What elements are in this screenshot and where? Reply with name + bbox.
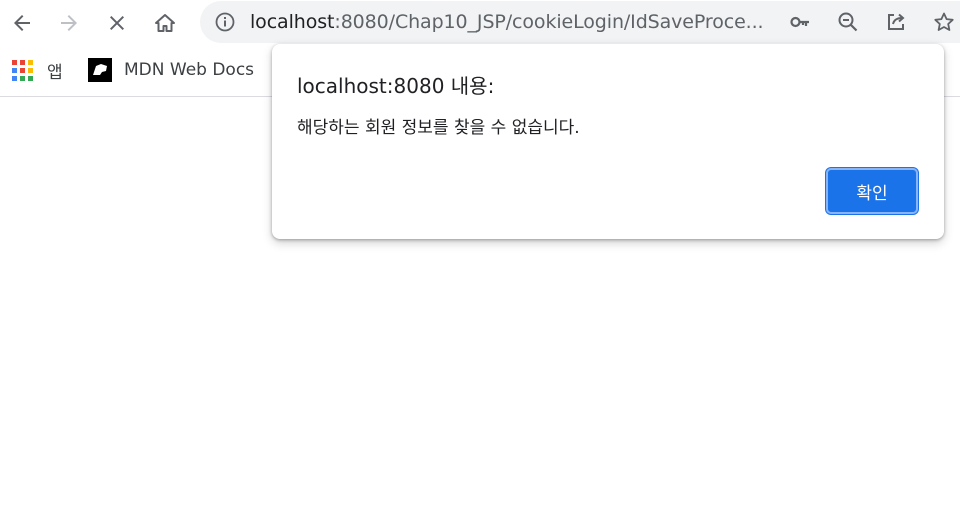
forward-button[interactable] xyxy=(52,6,86,40)
url-path: :8080/Chap10_JSP/cookieLogin/IdSaveProce… xyxy=(334,11,764,33)
browser-toolbar: localhost:8080/Chap10_JSP/cookieLogin/Id… xyxy=(0,0,960,46)
dialog-message: 해당하는 회원 정보를 찾을 수 없습니다. xyxy=(297,118,580,138)
share-icon[interactable] xyxy=(885,11,907,33)
key-icon[interactable] xyxy=(789,11,811,33)
url-host: localhost xyxy=(250,11,335,33)
address-bar[interactable]: localhost:8080/Chap10_JSP/cookieLogin/Id… xyxy=(200,1,960,43)
bookmark-mdn-label: MDN Web Docs xyxy=(124,60,255,80)
apps-grid-icon xyxy=(12,59,33,81)
ok-button[interactable]: 확인 xyxy=(826,168,918,214)
bookmark-apps[interactable]: 앱 xyxy=(12,58,63,83)
bookmark-apps-label: 앱 xyxy=(47,62,63,83)
alert-dialog: localhost:8080 내용: 해당하는 회원 정보를 찾을 수 없습니다… xyxy=(272,44,944,239)
zoom-out-icon[interactable] xyxy=(837,11,859,33)
dialog-title: localhost:8080 내용: xyxy=(297,74,495,98)
mdn-logo-icon xyxy=(88,58,112,82)
bookmark-mdn[interactable]: MDN Web Docs xyxy=(88,58,254,82)
home-icon xyxy=(155,14,175,32)
star-icon[interactable] xyxy=(933,11,955,33)
close-x-icon xyxy=(110,16,124,30)
info-circle-icon[interactable] xyxy=(214,11,236,33)
arrow-right-icon xyxy=(61,15,77,31)
arrow-left-icon xyxy=(14,15,30,31)
stop-button[interactable] xyxy=(100,6,134,40)
back-button[interactable] xyxy=(5,6,39,40)
home-button[interactable] xyxy=(148,6,182,40)
url-text[interactable]: localhost:8080/Chap10_JSP/cookieLogin/Id… xyxy=(250,11,770,33)
